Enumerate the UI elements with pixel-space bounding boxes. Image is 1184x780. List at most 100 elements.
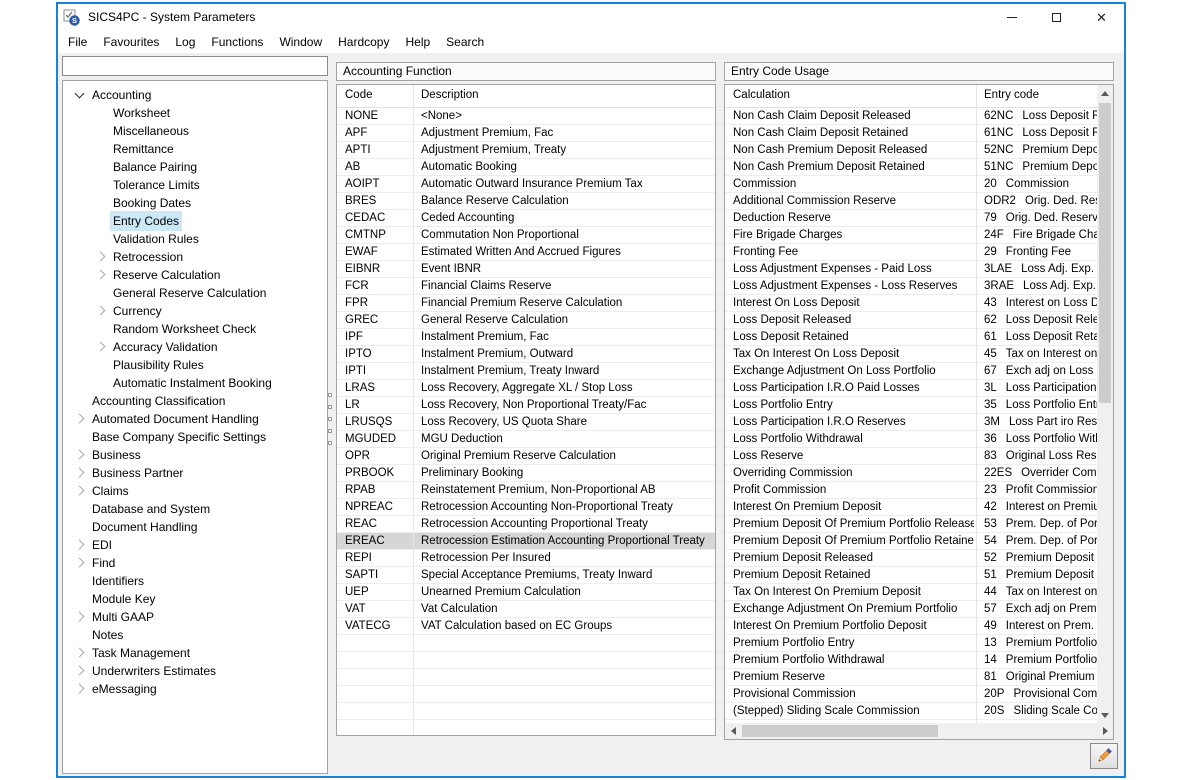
entry-code-usage-row[interactable]: Loss Participation I.R.O Paid Losses 3LL… — [725, 380, 1097, 397]
sidebar-item-tolerance-limits[interactable]: Tolerance Limits — [63, 176, 327, 194]
sidebar-item-automatic-instalment-booking[interactable]: Automatic Instalment Booking — [63, 374, 327, 392]
accounting-function-empty-row[interactable] — [337, 720, 715, 735]
entry-code-usage-row[interactable]: Loss Deposit Released 62Loss Deposit Rel… — [725, 312, 1097, 329]
sidebar-item-worksheet[interactable]: Worksheet — [63, 104, 327, 122]
accounting-function-row[interactable]: LRAS Loss Recovery, Aggregate XL / Stop … — [337, 380, 715, 397]
accounting-function-row[interactable]: BRES Balance Reserve Calculation — [337, 193, 715, 210]
sidebar-item-accounting[interactable]: Accounting — [63, 86, 327, 104]
entry-code-usage-row[interactable]: Additional Commission Reserve ODR2Orig. … — [725, 193, 1097, 210]
sidebar-item-find[interactable]: Find — [63, 554, 327, 572]
sidebar-item-accounting-classification[interactable]: Accounting Classification — [63, 392, 327, 410]
minimize-button[interactable] — [989, 4, 1034, 31]
close-button[interactable]: ✕ — [1079, 4, 1124, 31]
sidebar-item-accuracy-validation[interactable]: Accuracy Validation — [63, 338, 327, 356]
sidebar-item-validation-rules[interactable]: Validation Rules — [63, 230, 327, 248]
scroll-right-button[interactable] — [1097, 723, 1113, 739]
accounting-function-empty-row[interactable] — [337, 686, 715, 703]
menu-search[interactable]: Search — [438, 32, 492, 52]
accounting-function-row[interactable]: NONE <None> — [337, 108, 715, 125]
menu-help[interactable]: Help — [397, 32, 438, 52]
accounting-function-row[interactable]: RPAB Reinstatement Premium, Non-Proporti… — [337, 482, 715, 499]
accounting-function-empty-row[interactable] — [337, 635, 715, 652]
entry-code-usage-row[interactable]: Loss Deposit Retained 61Loss Deposit Ret… — [725, 329, 1097, 346]
entry-code-usage-row[interactable]: Exchange Adjustment On Loss Portfolio 67… — [725, 363, 1097, 380]
sidebar-item-identifiers[interactable]: Identifiers — [63, 572, 327, 590]
accounting-function-row[interactable]: REAC Retrocession Accounting Proportiona… — [337, 516, 715, 533]
menu-favourites[interactable]: Favourites — [95, 32, 167, 52]
entry-code-usage-row[interactable]: Premium Deposit Of Premium Portfolio Ret… — [725, 533, 1097, 550]
entry-code-usage-row[interactable]: Non Cash Premium Deposit Released 52NCPr… — [725, 142, 1097, 159]
sidebar-item-retrocession[interactable]: Retrocession — [63, 248, 327, 266]
accounting-function-row[interactable]: IPF Instalment Premium, Fac — [337, 329, 715, 346]
accounting-function-empty-row[interactable] — [337, 669, 715, 686]
accounting-function-row[interactable]: CMTNP Commutation Non Proportional — [337, 227, 715, 244]
sidebar-item-reserve-calculation[interactable]: Reserve Calculation — [63, 266, 327, 284]
sidebar-item-business-partner[interactable]: Business Partner — [63, 464, 327, 482]
vertical-scroll-thumb[interactable] — [1099, 103, 1111, 403]
accounting-function-row[interactable]: LR Loss Recovery, Non Proportional Treat… — [337, 397, 715, 414]
entry-code-usage-row[interactable]: Commission 20Commission — [725, 176, 1097, 193]
accounting-function-row[interactable]: NPREAC Retrocession Accounting Non-Propo… — [337, 499, 715, 516]
vertical-scrollbar[interactable] — [1097, 85, 1113, 723]
accounting-function-row[interactable]: IPTI Instalment Premium, Treaty Inward — [337, 363, 715, 380]
sidebar-item-task-management[interactable]: Task Management — [63, 644, 327, 662]
entry-code-usage-row[interactable]: Loss Adjustment Expenses - Loss Reserves… — [725, 278, 1097, 295]
menu-window[interactable]: Window — [271, 32, 330, 52]
sidebar-item-notes[interactable]: Notes — [63, 626, 327, 644]
sidebar-item-underwriters-estimates[interactable]: Underwriters Estimates — [63, 662, 327, 680]
sidebar-item-automated-document-handling[interactable]: Automated Document Handling — [63, 410, 327, 428]
column-header-entry-code[interactable]: Entry code — [984, 89, 1039, 101]
accounting-function-row[interactable]: PRBOOK Preliminary Booking — [337, 465, 715, 482]
sidebar-item-plausibility-rules[interactable]: Plausibility Rules — [63, 356, 327, 374]
sidebar-item-booking-dates[interactable]: Booking Dates — [63, 194, 327, 212]
sidebar-item-database-and-system[interactable]: Database and System — [63, 500, 327, 518]
menu-hardcopy[interactable]: Hardcopy — [330, 32, 397, 52]
accounting-function-row[interactable]: AOIPT Automatic Outward Insurance Premiu… — [337, 176, 715, 193]
entry-code-usage-row[interactable]: Profit Commission 23Profit Commission — [725, 482, 1097, 499]
entry-code-usage-row[interactable]: Overriding Commission 22ESOverrider Comm… — [725, 465, 1097, 482]
accounting-function-row[interactable]: FCR Financial Claims Reserve — [337, 278, 715, 295]
entry-code-usage-row[interactable]: Tax On Interest On Premium Deposit 44Tax… — [725, 584, 1097, 601]
scroll-left-button[interactable] — [725, 723, 741, 739]
accounting-function-row[interactable]: CEDAC Ceded Accounting — [337, 210, 715, 227]
column-header-description[interactable]: Description — [421, 89, 479, 101]
maximize-button[interactable] — [1034, 4, 1079, 31]
entry-code-usage-row[interactable]: Fire Brigade Charges 24FFire Brigade Cha… — [725, 227, 1097, 244]
entry-code-usage-row[interactable]: Premium Deposit Of Premium Portfolio Rel… — [725, 516, 1097, 533]
accounting-function-row[interactable]: EIBNR Event IBNR — [337, 261, 715, 278]
sidebar-item-currency[interactable]: Currency — [63, 302, 327, 320]
entry-code-usage-row[interactable]: Interest On Premium Portfolio Deposit 49… — [725, 618, 1097, 635]
column-header-code[interactable]: Code — [345, 89, 373, 101]
accounting-function-row[interactable]: LRUSQS Loss Recovery, US Quota Share — [337, 414, 715, 431]
entry-code-usage-row[interactable]: Exchange Adjustment On Premium Portfolio… — [725, 601, 1097, 618]
entry-code-usage-row[interactable]: Premium Deposit Retained 51Premium Depos… — [725, 567, 1097, 584]
sidebar-item-module-key[interactable]: Module Key — [63, 590, 327, 608]
sidebar-item-edi[interactable]: EDI — [63, 536, 327, 554]
accounting-function-row[interactable]: OPR Original Premium Reserve Calculation — [337, 448, 715, 465]
horizontal-scroll-thumb[interactable] — [742, 725, 938, 737]
entry-code-usage-row[interactable]: Non Cash Claim Deposit Retained 61NCLoss… — [725, 125, 1097, 142]
accounting-function-row[interactable]: UEP Unearned Premium Calculation — [337, 584, 715, 601]
entry-code-usage-row[interactable]: Loss Participation I.R.O Reserves 3MLoss… — [725, 414, 1097, 431]
entry-code-usage-row[interactable]: Loss Adjustment Expenses - Paid Loss 3LA… — [725, 261, 1097, 278]
panel-splitter[interactable] — [326, 393, 334, 503]
entry-code-usage-row[interactable]: Tax On Interest On Loss Deposit 45Tax on… — [725, 346, 1097, 363]
entry-code-usage-row[interactable]: Premium Reserve 81Original Premium R — [725, 669, 1097, 686]
entry-code-usage-row[interactable]: Interest On Loss Deposit 43Interest on L… — [725, 295, 1097, 312]
entry-code-usage-row[interactable]: (Stepped) Sliding Scale Commission 20SSl… — [725, 703, 1097, 720]
entry-code-usage-row[interactable]: Loss Reserve 83Original Loss Reser — [725, 448, 1097, 465]
sidebar-item-emessaging[interactable]: eMessaging — [63, 680, 327, 698]
scroll-up-button[interactable] — [1097, 85, 1113, 101]
accounting-function-row[interactable]: SAPTI Special Acceptance Premiums, Treat… — [337, 567, 715, 584]
entry-code-usage-row[interactable]: Premium Portfolio Entry 13Premium Portfo… — [725, 635, 1097, 652]
sidebar-item-document-handling[interactable]: Document Handling — [63, 518, 327, 536]
sidebar-item-general-reserve-calculation[interactable]: General Reserve Calculation — [63, 284, 327, 302]
accounting-function-row[interactable]: VAT Vat Calculation — [337, 601, 715, 618]
menu-file[interactable]: File — [60, 32, 95, 52]
sidebar-item-entry-codes[interactable]: Entry Codes — [63, 212, 327, 230]
entry-code-usage-row[interactable]: Provisional Commission 20PProvisional Co… — [725, 686, 1097, 703]
sidebar-item-base-company-specific-settings[interactable]: Base Company Specific Settings — [63, 428, 327, 446]
accounting-function-row[interactable]: AB Automatic Booking — [337, 159, 715, 176]
sidebar-item-miscellaneous[interactable]: Miscellaneous — [63, 122, 327, 140]
entry-code-usage-row[interactable]: Non Cash Claim Deposit Released 62NCLoss… — [725, 108, 1097, 125]
